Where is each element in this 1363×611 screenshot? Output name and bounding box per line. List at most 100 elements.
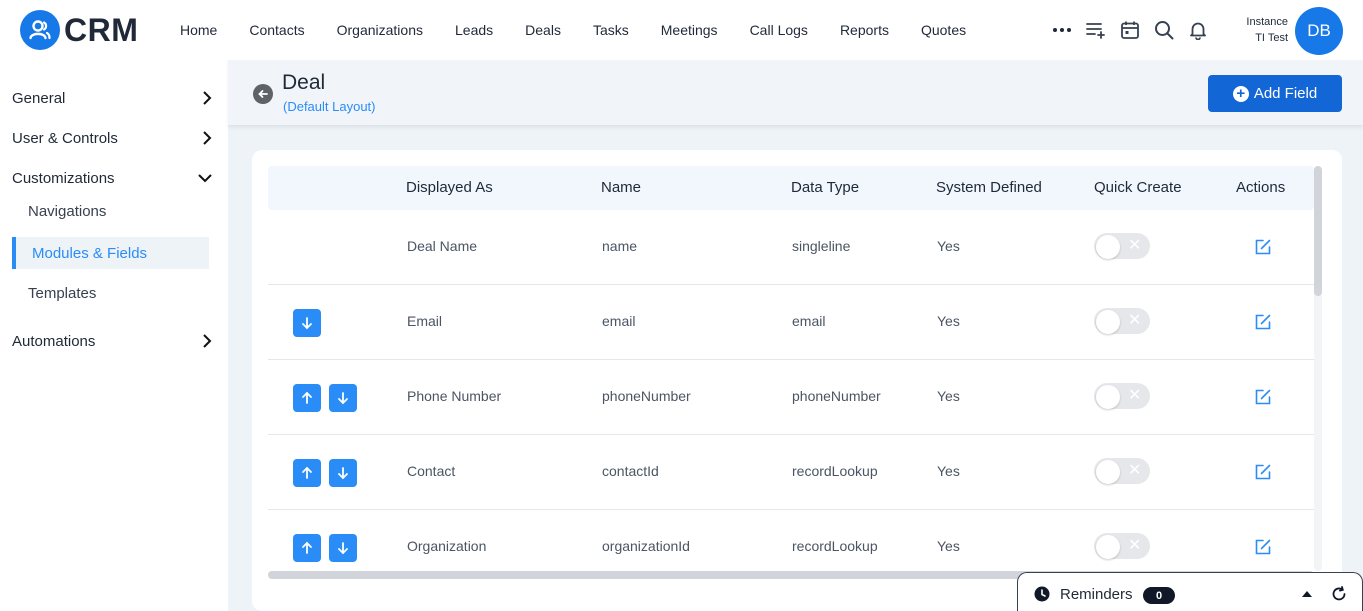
reminders-count-badge: 0 — [1143, 587, 1175, 604]
edit-icon[interactable] — [1254, 463, 1272, 481]
nav-deals[interactable]: Deals — [509, 22, 577, 38]
column-header-actions: Actions — [1236, 179, 1286, 196]
sidebar-item-user-controls[interactable]: User & Controls — [12, 126, 212, 150]
cell-data-type: singleline — [792, 238, 851, 254]
cell-system-defined: Yes — [937, 388, 960, 404]
quick-create-toggle[interactable]: ✕ — [1094, 233, 1150, 259]
close-icon: ✕ — [1128, 537, 1142, 554]
sidebar-item-label: Automations — [12, 332, 96, 350]
clock-icon — [1034, 586, 1050, 602]
table-row: Contact contactId recordLookup Yes ✕ — [268, 435, 1314, 510]
move-down-button[interactable] — [329, 459, 357, 487]
move-down-button[interactable] — [293, 309, 321, 337]
move-down-button[interactable] — [329, 534, 357, 562]
quick-create-toggle[interactable]: ✕ — [1094, 308, 1150, 334]
nav-organizations[interactable]: Organizations — [321, 22, 439, 38]
cell-data-type: phoneNumber — [792, 388, 881, 404]
column-header-quick-create: Quick Create — [1094, 179, 1182, 196]
vertical-scrollbar-thumb[interactable] — [1314, 166, 1322, 296]
add-field-button[interactable]: + Add Field — [1208, 75, 1342, 112]
bell-icon[interactable] — [1186, 18, 1210, 42]
nav-call-logs[interactable]: Call Logs — [734, 22, 824, 38]
top-bar: CRM Home Contacts Organizations Leads De… — [0, 0, 1363, 60]
main-content: Deal (Default Layout) + Add Field Displa… — [228, 60, 1363, 611]
sidebar-item-automations[interactable]: Automations — [12, 329, 212, 353]
edit-icon[interactable] — [1254, 538, 1272, 556]
sidebar-item-modules-fields[interactable]: Modules & Fields — [12, 237, 209, 269]
page-header: Deal (Default Layout) + Add Field — [228, 60, 1363, 126]
back-button[interactable] — [253, 84, 273, 104]
vertical-scrollbar[interactable] — [1314, 166, 1322, 571]
close-icon: ✕ — [1128, 237, 1142, 254]
caret-up-icon[interactable] — [1300, 587, 1314, 601]
fields-table: Displayed As Name Data Type System Defin… — [268, 166, 1314, 571]
edit-icon[interactable] — [1254, 238, 1272, 256]
cell-data-type: email — [792, 313, 826, 329]
nav-tasks[interactable]: Tasks — [577, 22, 645, 38]
instance-info: Instance TI Test — [1232, 14, 1288, 46]
cell-displayed-as: Email — [407, 313, 443, 329]
arrow-up-icon — [302, 391, 312, 404]
toggle-knob — [1096, 535, 1120, 559]
column-header-displayed-as: Displayed As — [406, 179, 493, 196]
move-up-button[interactable] — [293, 459, 321, 487]
sidebar-item-customizations[interactable]: Customizations — [12, 166, 212, 190]
nav-reports[interactable]: Reports — [824, 22, 905, 38]
move-down-button[interactable] — [329, 384, 357, 412]
cell-data-type: recordLookup — [792, 463, 878, 479]
move-up-button[interactable] — [293, 384, 321, 412]
app-name: CRM — [64, 11, 139, 48]
cell-displayed-as: Organization — [407, 538, 487, 554]
quick-create-toggle[interactable]: ✕ — [1094, 383, 1150, 409]
plus-circle-icon: + — [1232, 85, 1249, 102]
arrow-left-icon — [258, 90, 268, 98]
avatar[interactable]: DB — [1295, 7, 1343, 55]
reminders-label: Reminders — [1060, 586, 1133, 603]
table-row: Organization organizationId recordLookup… — [268, 510, 1314, 571]
calendar-icon[interactable] — [1118, 18, 1142, 42]
column-header-system-defined: System Defined — [936, 179, 1042, 196]
move-up-button[interactable] — [293, 534, 321, 562]
close-icon: ✕ — [1128, 312, 1142, 329]
cell-name: email — [602, 313, 636, 329]
toggle-knob — [1096, 235, 1120, 259]
chevron-right-icon — [203, 334, 212, 348]
quick-create-toggle[interactable]: ✕ — [1094, 533, 1150, 559]
cell-displayed-as: Deal Name — [407, 238, 478, 254]
add-list-icon[interactable] — [1084, 18, 1108, 42]
cell-name: phoneNumber — [602, 388, 691, 404]
cell-system-defined: Yes — [937, 538, 960, 554]
arrow-down-icon — [338, 467, 348, 480]
edit-icon[interactable] — [1254, 388, 1272, 406]
toggle-knob — [1096, 460, 1120, 484]
chevron-down-icon — [198, 174, 212, 183]
page-title: Deal — [282, 71, 326, 94]
fields-card: Displayed As Name Data Type System Defin… — [252, 150, 1342, 611]
cell-system-defined: Yes — [937, 238, 960, 254]
app-logo[interactable]: CRM — [20, 10, 138, 50]
nav-home[interactable]: Home — [164, 22, 233, 38]
search-icon[interactable] — [1152, 18, 1176, 42]
refresh-icon[interactable] — [1331, 586, 1347, 602]
nav-meetings[interactable]: Meetings — [645, 22, 734, 38]
arrow-down-icon — [338, 392, 348, 405]
add-field-label: Add Field — [1253, 85, 1318, 102]
cell-name: contactId — [602, 463, 659, 479]
sidebar-item-label: Customizations — [12, 169, 115, 187]
sidebar-item-templates[interactable]: Templates — [28, 285, 96, 302]
sidebar-item-general[interactable]: General — [12, 86, 212, 110]
cell-displayed-as: Phone Number — [407, 388, 502, 404]
nav-contacts[interactable]: Contacts — [233, 22, 320, 38]
top-actions — [1050, 14, 1220, 46]
sidebar-item-navigations[interactable]: Navigations — [28, 203, 106, 220]
chevron-right-icon — [203, 91, 212, 105]
edit-icon[interactable] — [1254, 313, 1272, 331]
nav-quotes[interactable]: Quotes — [905, 22, 982, 38]
users-logo-icon — [20, 10, 60, 50]
reminders-panel[interactable]: Reminders 0 — [1017, 572, 1363, 611]
cell-name: organizationId — [602, 538, 690, 554]
more-icon[interactable] — [1050, 18, 1074, 42]
nav-leads[interactable]: Leads — [439, 22, 509, 38]
toggle-knob — [1096, 310, 1120, 334]
quick-create-toggle[interactable]: ✕ — [1094, 458, 1150, 484]
